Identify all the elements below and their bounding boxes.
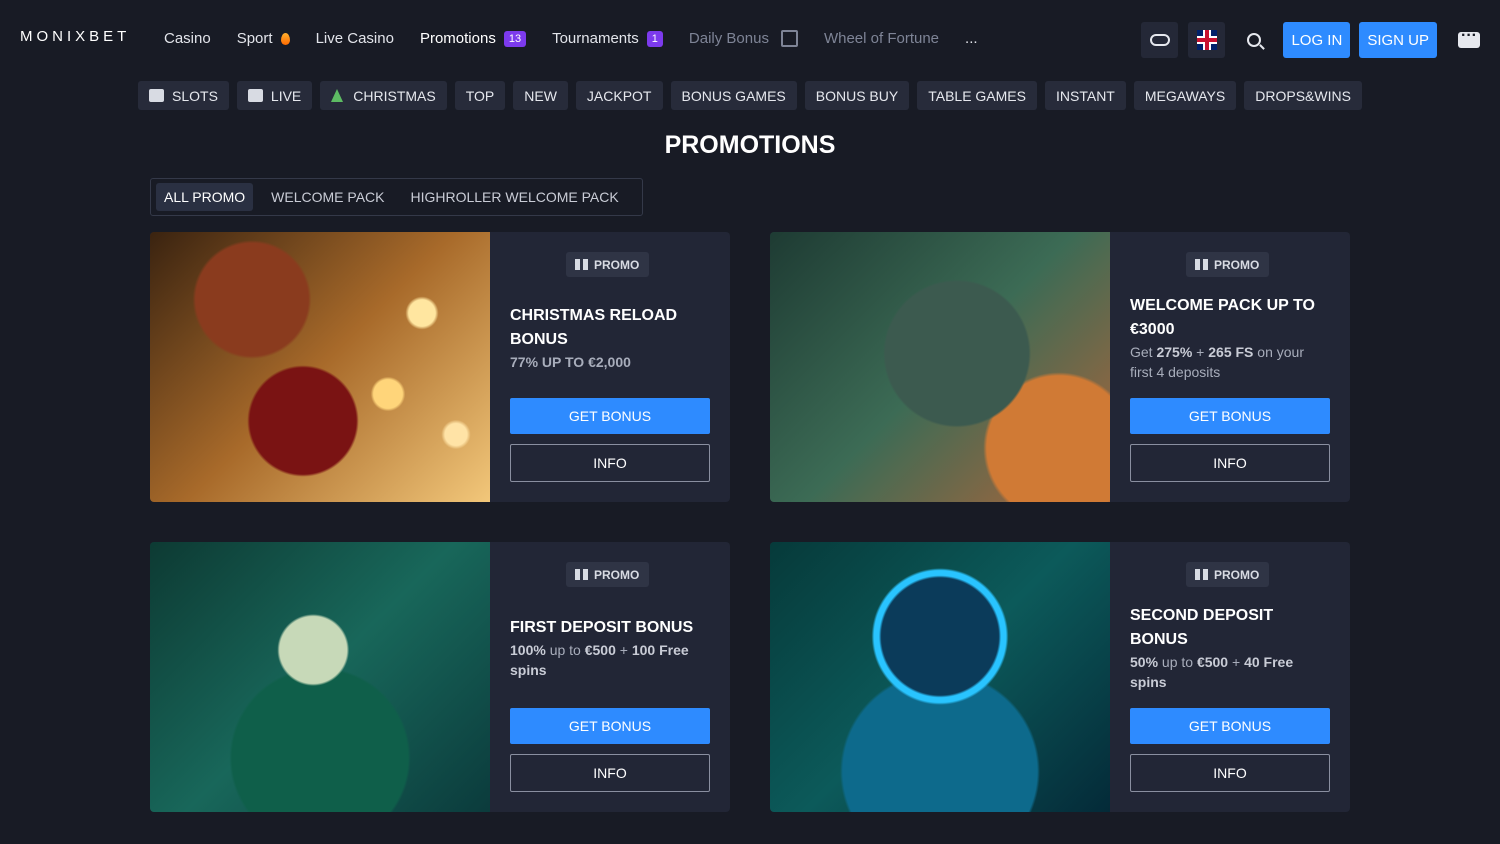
category-bonus-buy[interactable]: BONUS BUY	[804, 81, 910, 110]
promo-image	[150, 232, 490, 502]
nav-daily-bonus[interactable]: Daily Bonus	[689, 30, 798, 47]
nav-casino[interactable]: Casino	[164, 30, 211, 47]
promo-card-christmas-reload: PROMO CHRISTMAS RELOAD BONUS 77% UP TO €…	[150, 232, 730, 502]
nav-tournaments[interactable]: Tournaments 1	[552, 30, 663, 47]
download-app-button[interactable]	[1141, 22, 1179, 58]
promo-card-second-deposit: PROMO SECOND DEPOSIT BONUS 50% up to €50…	[770, 542, 1350, 812]
get-bonus-button[interactable]: GET BONUS	[1130, 398, 1330, 434]
fire-icon	[280, 32, 290, 45]
tab-highroller-welcome-pack[interactable]: HIGHROLLER WELCOME PACK	[402, 183, 626, 211]
calendar-icon	[780, 30, 798, 47]
top-header: MONIXBET Casino Sport Live Casino Promot…	[0, 0, 1500, 80]
info-button[interactable]: INFO	[510, 754, 710, 792]
play-icon	[247, 89, 263, 102]
category-megaways[interactable]: MEGAWAYS	[1133, 81, 1237, 110]
gift-icon	[575, 259, 588, 270]
info-button[interactable]: INFO	[510, 444, 710, 482]
category-drops-wins[interactable]: DROPS&WINS	[1244, 81, 1362, 110]
promo-tag: PROMO	[1186, 562, 1270, 587]
category-live[interactable]: LIVE	[236, 81, 313, 110]
promo-tag: PROMO	[1186, 252, 1270, 277]
nav-wheel-of-fortune[interactable]: Wheel of Fortune	[824, 30, 939, 47]
category-instant[interactable]: INSTANT	[1045, 81, 1126, 110]
category-slots[interactable]: SLOTS	[138, 81, 229, 110]
promo-title: CHRISTMAS RELOAD BONUS	[510, 307, 678, 348]
category-bonus-games[interactable]: BONUS GAMES	[670, 81, 797, 110]
site-logo[interactable]: MONIXBET	[20, 28, 130, 45]
tab-welcome-pack[interactable]: WELCOME PACK	[263, 183, 392, 211]
promo-tag: PROMO	[566, 562, 650, 587]
info-button[interactable]: INFO	[1130, 444, 1330, 482]
category-jackpot[interactable]: JACKPOT	[575, 81, 663, 110]
promotions-count-badge: 13	[503, 30, 527, 47]
promo-title: SECOND DEPOSIT BONUS	[1130, 607, 1274, 648]
promo-card-welcome-pack: PROMO WELCOME PACK UP TO €3000 Get 275% …	[770, 232, 1350, 502]
nav-sport[interactable]: Sport	[237, 30, 290, 47]
chat-icon[interactable]	[1458, 27, 1480, 48]
christmas-tree-icon	[331, 89, 344, 102]
search-icon[interactable]	[1247, 33, 1262, 47]
get-bonus-button[interactable]: GET BONUS	[510, 398, 710, 434]
category-new[interactable]: NEW	[513, 81, 568, 110]
cloud-download-icon	[1149, 34, 1170, 46]
promo-image	[770, 232, 1110, 502]
promo-card-first-deposit: PROMO FIRST DEPOSIT BONUS 100% up to €50…	[150, 542, 730, 812]
header-actions: LOG IN SIGN UP	[1141, 22, 1480, 58]
signup-button[interactable]: SIGN UP	[1359, 22, 1437, 58]
category-top[interactable]: TOP	[454, 81, 506, 110]
promo-title: FIRST DEPOSIT BONUS	[510, 619, 694, 636]
gift-icon	[575, 569, 588, 580]
slots-icon	[149, 89, 164, 102]
promo-description: Get 275% + 265 FS on your first 4 deposi…	[1130, 344, 1304, 380]
tab-all-promo[interactable]: ALL PROMO	[156, 183, 254, 211]
get-bonus-button[interactable]: GET BONUS	[510, 708, 710, 744]
uk-flag-icon	[1196, 30, 1217, 50]
login-button[interactable]: LOG IN	[1283, 22, 1351, 58]
promo-filter-tabs: ALL PROMO WELCOME PACK HIGHROLLER WELCOM…	[150, 178, 643, 216]
gift-icon	[1195, 259, 1208, 270]
promo-title: WELCOME PACK UP TO €3000	[1130, 297, 1315, 338]
promo-image	[150, 542, 490, 812]
tournaments-count-badge: 1	[646, 30, 663, 47]
main-nav: Casino Sport Live Casino Promotions 13 To…	[164, 30, 1004, 47]
gift-icon	[1195, 569, 1208, 580]
nav-more[interactable]: ...	[965, 30, 978, 47]
info-button[interactable]: INFO	[1130, 754, 1330, 792]
page-title: PROMOTIONS	[664, 131, 836, 159]
promo-description: 77% UP TO €2,000	[510, 354, 631, 370]
get-bonus-button[interactable]: GET BONUS	[1130, 708, 1330, 744]
category-table-games[interactable]: TABLE GAMES	[917, 81, 1037, 110]
promo-tag: PROMO	[566, 252, 650, 277]
nav-promotions[interactable]: Promotions 13	[420, 30, 527, 47]
promo-description: 50% up to €500 + 40 Free spins	[1130, 654, 1294, 690]
nav-live-casino[interactable]: Live Casino	[316, 30, 394, 47]
promo-description: 100% up to €500 + 100 Free spins	[510, 642, 689, 678]
category-christmas[interactable]: CHRISTMAS	[320, 81, 447, 110]
category-bar: SLOTS LIVE CHRISTMAS TOP NEW JACKPOT BON…	[138, 81, 1370, 110]
promo-image	[770, 542, 1110, 812]
language-button[interactable]	[1188, 22, 1226, 58]
